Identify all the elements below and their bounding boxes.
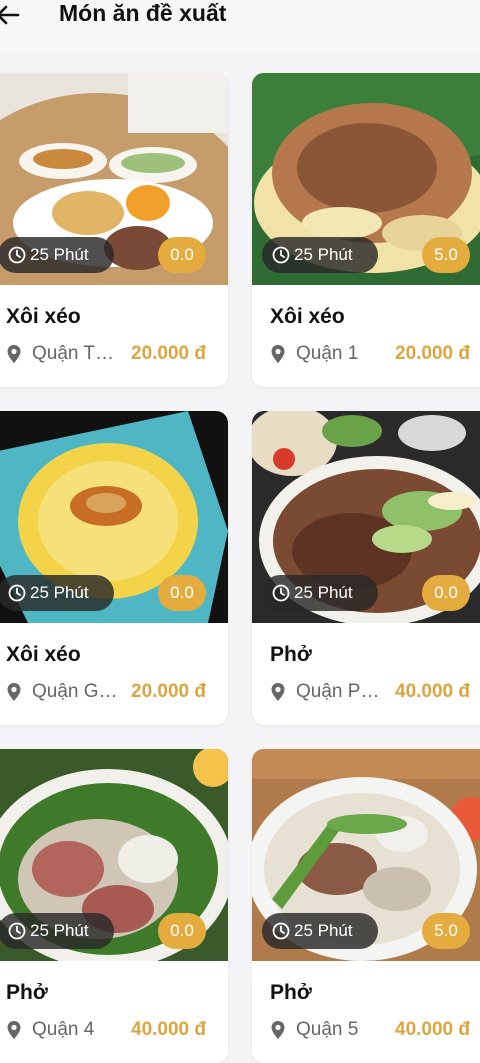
- clock-icon: [8, 922, 26, 940]
- cooking-time-badge: 25 Phút: [262, 237, 378, 273]
- rating-badge: 0.0: [158, 913, 206, 949]
- food-name: Phở: [270, 981, 312, 1004]
- cooking-time: 25 Phút: [30, 921, 89, 940]
- price: 40.000 đ: [131, 1019, 206, 1040]
- location-pin-icon: [271, 683, 285, 701]
- clock-icon: [8, 246, 26, 264]
- location-pin-icon: [7, 1021, 21, 1039]
- location-text: Quận 4: [32, 1019, 95, 1040]
- cooking-time-badge: 25 Phút: [0, 575, 114, 611]
- price: 20.000 đ: [131, 343, 206, 364]
- food-card[interactable]: 25 Phút 0.0 Xôi xéo Quận Gò Vấp 20.000 đ: [0, 411, 228, 725]
- rating-badge: 0.0: [158, 237, 206, 273]
- location-text: Quận Tân Bình: [32, 343, 122, 364]
- price: 20.000 đ: [131, 681, 206, 702]
- food-name: Xôi xéo: [6, 643, 81, 666]
- price: 40.000 đ: [395, 1019, 470, 1040]
- location-pin-icon: [7, 683, 21, 701]
- cooking-time-badge: 25 Phút: [0, 237, 114, 273]
- food-image: 25 Phút 0.0: [252, 411, 480, 623]
- cooking-time-badge: 25 Phút: [0, 913, 114, 949]
- clock-icon: [272, 922, 290, 940]
- food-name: Phở: [6, 981, 48, 1004]
- rating-badge: 0.0: [422, 575, 470, 611]
- food-name: Xôi xéo: [6, 305, 81, 328]
- food-name: Xôi xéo: [270, 305, 345, 328]
- rating-badge: 0.0: [158, 575, 206, 611]
- price: 40.000 đ: [395, 681, 470, 702]
- cooking-time: 25 Phút: [30, 245, 89, 264]
- clock-icon: [8, 584, 26, 602]
- food-image: 25 Phút 0.0: [0, 411, 228, 623]
- location-text: Quận Gò Vấp: [32, 681, 122, 702]
- food-card[interactable]: 25 Phút 0.0 Phở Quận Phú Nhuận 40.000 đ: [252, 411, 480, 725]
- food-card[interactable]: 25 Phút 0.0 Xôi xéo Quận Tân Bình 20.000…: [0, 73, 228, 387]
- food-card[interactable]: 25 Phút 5.0 Phở Quận 5 40.000 đ: [252, 749, 480, 1063]
- food-name: Phở: [270, 643, 312, 666]
- location-text: Quận 5: [296, 1019, 359, 1040]
- rating-badge: 5.0: [422, 913, 470, 949]
- food-image: 25 Phút 0.0: [0, 749, 228, 961]
- location-pin-icon: [271, 1021, 285, 1039]
- food-image: 25 Phút 5.0: [252, 749, 480, 961]
- location-text: Quận 1: [296, 343, 359, 364]
- food-image: 25 Phút 5.0: [252, 73, 480, 285]
- food-card[interactable]: 25 Phút 0.0 Phở Quận 4 40.000 đ: [0, 749, 228, 1063]
- clock-icon: [272, 584, 290, 602]
- cooking-time-badge: 25 Phút: [262, 913, 378, 949]
- price: 20.000 đ: [395, 343, 470, 364]
- location-text: Quận Phú Nhuận: [296, 681, 386, 702]
- cooking-time: 25 Phút: [294, 583, 353, 602]
- cooking-time-badge: 25 Phút: [262, 575, 378, 611]
- location-pin-icon: [7, 345, 21, 363]
- food-card[interactable]: 25 Phút 5.0 Xôi xéo Quận 1 20.000 đ: [252, 73, 480, 387]
- rating-badge: 5.0: [422, 237, 470, 273]
- cooking-time: 25 Phút: [30, 583, 89, 602]
- cooking-time: 25 Phút: [294, 921, 353, 940]
- cooking-time: 25 Phút: [294, 245, 353, 264]
- location-pin-icon: [271, 345, 285, 363]
- clock-icon: [272, 246, 290, 264]
- back-arrow-icon[interactable]: [0, 2, 20, 28]
- app-header: Món ăn đề xuất: [0, 0, 480, 52]
- page-title: Món ăn đề xuất: [59, 0, 227, 26]
- food-image: 25 Phút 0.0: [0, 73, 228, 285]
